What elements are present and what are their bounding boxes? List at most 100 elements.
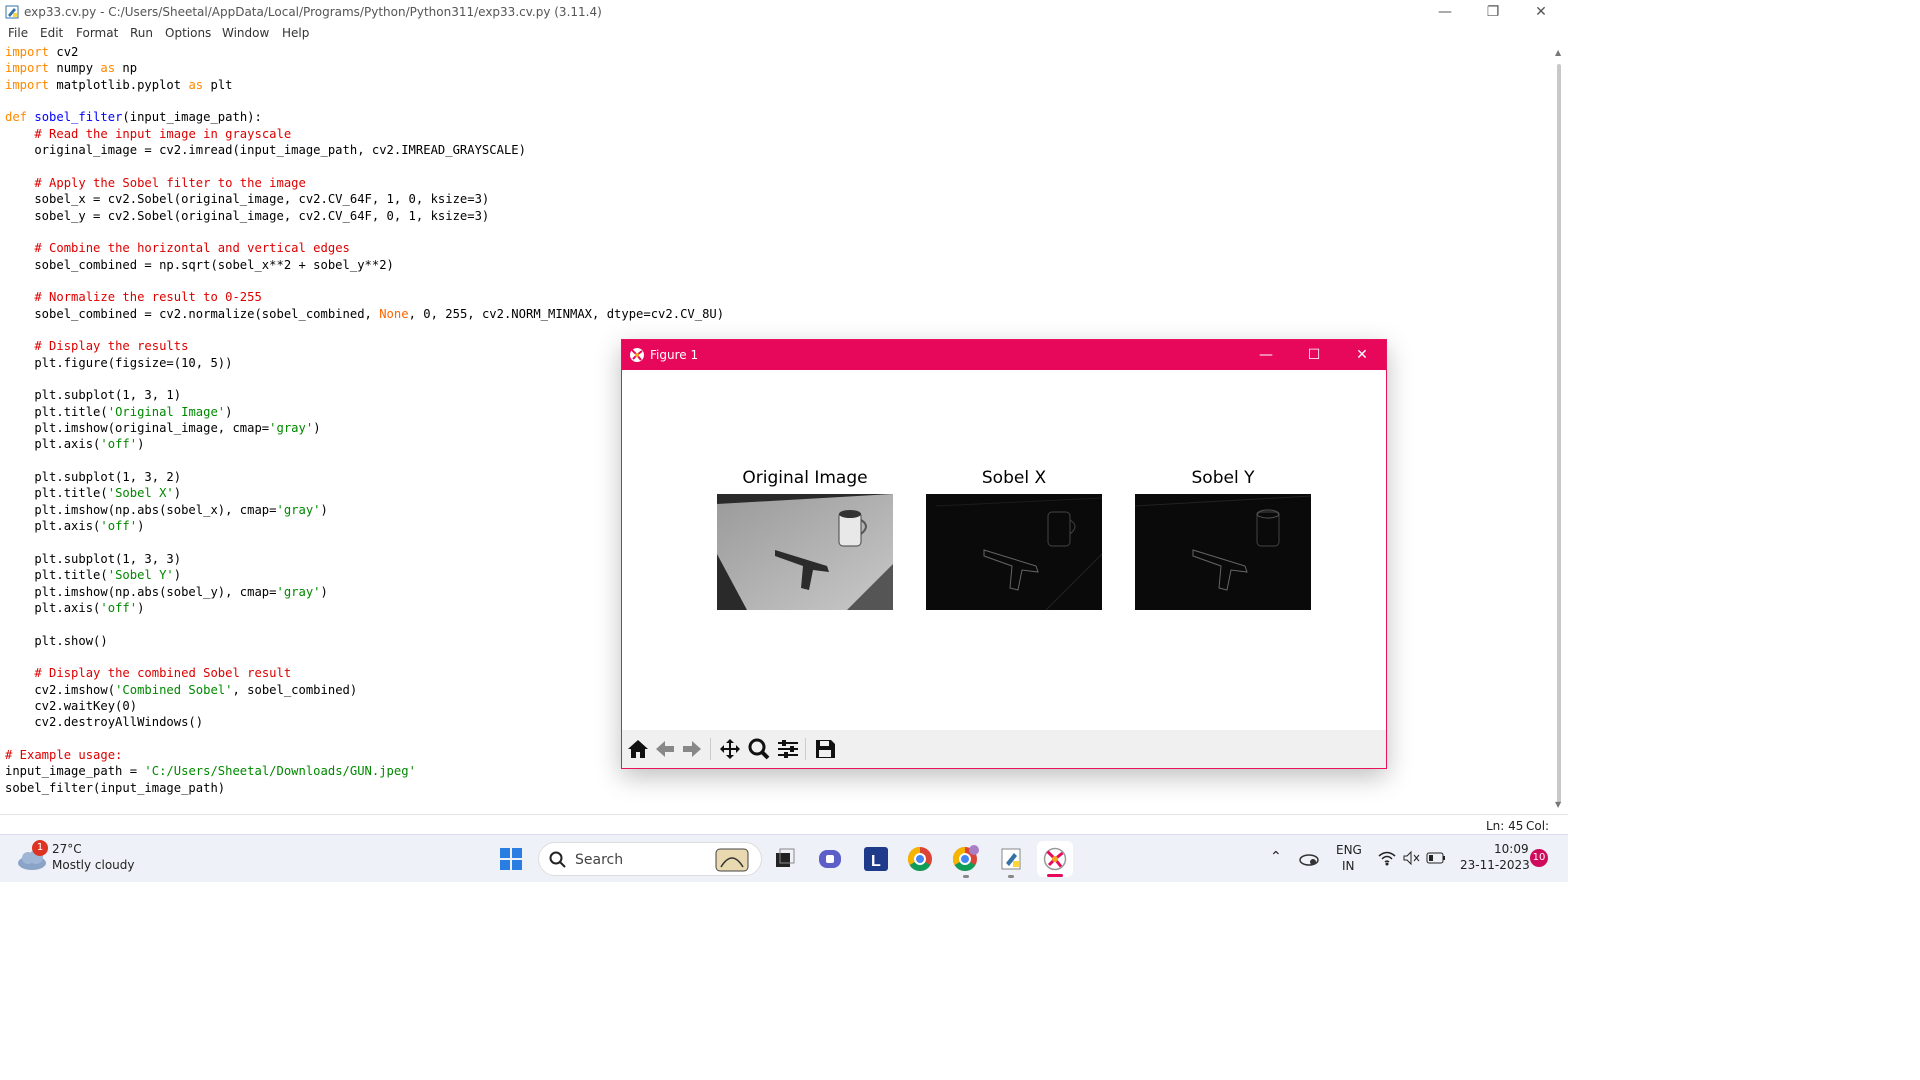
code-line[interactable]: plt.show() <box>5 633 107 649</box>
chrome-icon[interactable] <box>902 841 938 877</box>
code-line[interactable]: plt.axis('off') <box>5 600 144 616</box>
clock-date[interactable]: 23-11-2023 <box>1460 858 1530 872</box>
l-app-icon[interactable]: L <box>858 841 894 877</box>
figure-close-button[interactable]: ✕ <box>1342 344 1382 366</box>
code-line[interactable]: sobel_filter(input_image_path) <box>5 780 225 796</box>
zoom-icon[interactable] <box>747 738 771 760</box>
original-image <box>717 494 893 610</box>
code-line[interactable]: plt.imshow(np.abs(sobel_x), cmap='gray') <box>5 502 328 518</box>
svg-text:L: L <box>871 853 881 870</box>
search-icon <box>549 851 566 868</box>
code-line[interactable]: plt.subplot(1, 3, 1) <box>5 387 181 403</box>
scroll-up-icon[interactable]: ▲ <box>1555 48 1561 57</box>
code-line[interactable]: sobel_x = cv2.Sobel(original_image, cv2.… <box>5 191 489 207</box>
code-line[interactable]: cv2.destroyAllWindows() <box>5 714 203 730</box>
volume-muted-icon[interactable] <box>1402 850 1420 866</box>
weather-text[interactable]: Mostly cloudy <box>52 858 135 872</box>
code-line[interactable]: plt.subplot(1, 3, 2) <box>5 469 181 485</box>
code-line[interactable]: # Display the combined Sobel result <box>5 665 291 681</box>
code-line[interactable]: plt.imshow(original_image, cmap='gray') <box>5 420 320 436</box>
matplotlib-taskbar-icon <box>1043 847 1067 871</box>
code-line[interactable]: input_image_path = 'C:/Users/Sheetal/Dow… <box>5 763 416 779</box>
code-line[interactable]: # Display the results <box>5 338 188 354</box>
code-line[interactable]: import numpy as np <box>5 60 137 76</box>
language[interactable]: ENG <box>1336 843 1362 857</box>
code-line[interactable]: sobel_y = cv2.Sobel(original_image, cv2.… <box>5 208 489 224</box>
figure-maximize-button[interactable]: ☐ <box>1294 344 1334 366</box>
onedrive-icon[interactable] <box>1298 849 1320 867</box>
editor-scrollbar[interactable]: ▲ ▼ <box>1550 44 1568 814</box>
code-line[interactable]: # Normalize the result to 0-255 <box>5 289 261 305</box>
toolbar-divider <box>710 738 711 760</box>
menu-edit[interactable]: Edit <box>40 26 63 40</box>
close-button[interactable]: ✕ <box>1518 0 1564 24</box>
subplot-title-sobel-y: Sobel Y <box>1191 468 1255 488</box>
configure-icon[interactable] <box>776 738 800 760</box>
chrome-profile-icon[interactable] <box>947 841 983 877</box>
python-idle-taskbar-icon[interactable] <box>993 841 1029 877</box>
chevron-up-icon[interactable]: ⌃ <box>1270 849 1282 865</box>
task-view-icon[interactable] <box>766 841 802 877</box>
code-line[interactable]: import cv2 <box>5 44 78 60</box>
code-line[interactable]: # Apply the Sobel filter to the image <box>5 175 306 191</box>
taskbar-search[interactable]: Search <box>538 842 762 876</box>
running-indicator <box>963 875 969 878</box>
figure-window: Figure 1 — ☐ ✕ Original Image Sobel X So… <box>621 339 1387 769</box>
running-indicator <box>1008 875 1014 878</box>
menu-file[interactable]: File <box>8 26 28 40</box>
code-line[interactable]: original_image = cv2.imread(input_image_… <box>5 142 526 158</box>
code-line[interactable]: cv2.waitKey(0) <box>5 698 137 714</box>
temperature[interactable]: 27°C <box>52 842 82 856</box>
code-line[interactable]: plt.imshow(np.abs(sobel_y), cmap='gray') <box>5 584 328 600</box>
matplotlib-icon <box>630 348 644 362</box>
menu-run[interactable]: Run <box>130 26 153 40</box>
notification-badge[interactable]: 10 <box>1530 849 1548 867</box>
wifi-icon[interactable] <box>1378 850 1396 866</box>
python-idle-icon <box>5 5 19 19</box>
teams-chat-icon[interactable] <box>812 841 848 877</box>
figure-titlebar: Figure 1 — ☐ ✕ <box>622 340 1386 370</box>
code-line[interactable]: plt.title('Original Image') <box>5 404 232 420</box>
home-icon[interactable] <box>626 738 650 760</box>
code-line[interactable]: import matplotlib.pyplot as plt <box>5 77 233 93</box>
restore-button[interactable]: ❐ <box>1470 0 1516 24</box>
battery-icon[interactable] <box>1426 851 1446 865</box>
save-icon[interactable] <box>813 738 837 760</box>
editor-statusbar: Ln: 45 Col: 46 <box>0 814 1568 847</box>
code-line[interactable]: plt.title('Sobel Y') <box>5 567 181 583</box>
code-line[interactable]: plt.title('Sobel X') <box>5 485 181 501</box>
forward-icon[interactable] <box>680 738 704 760</box>
code-line[interactable]: plt.subplot(1, 3, 3) <box>5 551 181 567</box>
start-icon[interactable] <box>499 847 523 871</box>
menu-window[interactable]: Window <box>222 26 269 40</box>
code-line[interactable]: plt.axis('off') <box>5 436 144 452</box>
windows-taskbar: 1 27°C Mostly cloudy Search L ⌃ ENG IN 1… <box>0 834 1568 882</box>
subplot-title-sobel-x: Sobel X <box>981 468 1047 488</box>
menu-options[interactable]: Options <box>165 26 211 40</box>
code-line[interactable]: sobel_combined = np.sqrt(sobel_x**2 + so… <box>5 257 394 273</box>
scrollbar-thumb[interactable] <box>1557 64 1561 804</box>
code-line[interactable]: plt.figure(figsize=(10, 5)) <box>5 355 232 371</box>
region[interactable]: IN <box>1342 859 1355 873</box>
clock-time[interactable]: 10:09 <box>1494 842 1529 856</box>
code-line[interactable]: cv2.imshow('Combined Sobel', sobel_combi… <box>5 682 357 698</box>
back-icon[interactable] <box>653 738 677 760</box>
code-line[interactable]: sobel_combined = cv2.normalize(sobel_com… <box>5 306 724 322</box>
code-line[interactable]: plt.axis('off') <box>5 518 144 534</box>
code-line[interactable]: def sobel_filter(input_image_path): <box>5 109 262 125</box>
line-number: Ln: 45 <box>1486 819 1524 833</box>
figure-title: Figure 1 <box>650 348 699 362</box>
code-line[interactable]: # Combine the horizontal and vertical ed… <box>5 240 350 256</box>
scroll-down-icon[interactable]: ▼ <box>1555 800 1561 809</box>
menu-format[interactable]: Format <box>76 26 118 40</box>
code-line[interactable]: # Example usage: <box>5 747 122 763</box>
pan-icon[interactable] <box>718 738 742 760</box>
matplotlib-taskbar-button[interactable] <box>1037 841 1073 877</box>
figure-canvas[interactable]: Original Image Sobel X Sobel Y <box>622 370 1386 730</box>
code-line[interactable]: # Read the input image in grayscale <box>5 126 291 142</box>
window-title: exp33.cv.py - C:/Users/Sheetal/AppData/L… <box>24 5 602 19</box>
menu-help[interactable]: Help <box>282 26 309 40</box>
minimize-button[interactable]: — <box>1422 0 1468 24</box>
figure-minimize-button[interactable]: — <box>1246 344 1286 366</box>
active-indicator <box>1047 874 1063 877</box>
